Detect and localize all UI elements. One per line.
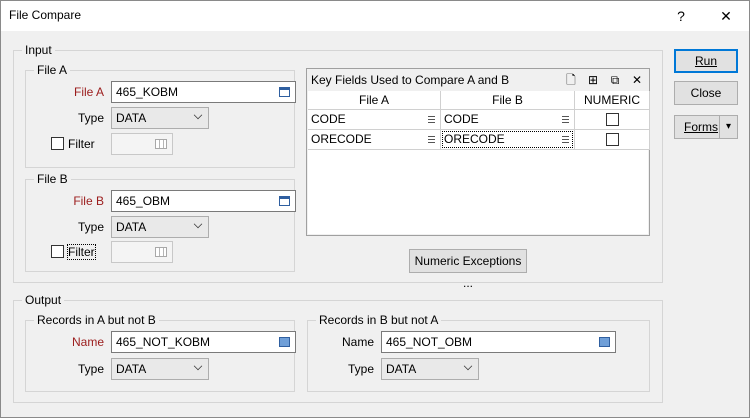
file-a-legend: File A	[34, 63, 71, 77]
file-browse-icon[interactable]	[279, 87, 290, 97]
records-a-not-b-legend: Records in A but not B	[34, 313, 159, 327]
file-b-filter-input[interactable]	[111, 241, 173, 263]
column-header-file-a: File A	[308, 91, 441, 110]
close-icon[interactable]: ✕	[706, 1, 746, 31]
list-icon[interactable]	[428, 136, 435, 143]
numeric-checkbox[interactable]	[606, 113, 619, 126]
numeric-checkbox[interactable]	[606, 133, 619, 146]
forms-dropdown-icon[interactable]: ▾	[719, 116, 737, 138]
column-header-file-b: File B	[441, 91, 575, 110]
key-fields-panel: Key Fields Used to Compare A and B 🗋 ⊞ ⧉…	[306, 68, 650, 236]
input-legend: Input	[22, 43, 55, 57]
file-compare-dialog: File Compare ? ✕ Input File A File A 465…	[0, 0, 750, 418]
records-b-not-a-group: Records in B but not A Name 465_NOT_OBM …	[307, 313, 650, 392]
chevron-down-icon	[463, 361, 473, 371]
file-a-label: File A	[73, 85, 104, 99]
a-not-b-name-label: Name	[71, 335, 104, 349]
b-not-a-name-label: Name	[341, 335, 374, 349]
chevron-down-icon	[193, 219, 203, 229]
column-header-numeric: NUMERIC	[575, 91, 650, 110]
cell-text: CODE	[444, 112, 479, 126]
chevron-down-icon	[193, 361, 203, 371]
file-browse-icon[interactable]	[279, 196, 290, 206]
numeric-exceptions-button[interactable]: Numeric Exceptions ...	[409, 249, 527, 290]
file-browse-icon[interactable]	[599, 337, 610, 347]
b-not-a-type-label: Type	[347, 362, 374, 376]
output-group: Output Records in A but not B Name 465_N…	[13, 293, 663, 403]
file-b-value: 465_OBM	[116, 194, 171, 208]
key-fields-header: Key Fields Used to Compare A and B 🗋 ⊞ ⧉…	[307, 69, 649, 91]
b-not-a-type-value: DATA	[386, 362, 417, 376]
delete-row-icon[interactable]: ✕	[629, 72, 645, 88]
cell-text: CODE	[311, 112, 346, 126]
output-legend: Output	[22, 293, 65, 307]
file-b-type-select[interactable]: DATA	[111, 216, 209, 238]
run-button[interactable]: Run	[674, 49, 738, 73]
filter-table-icon[interactable]	[155, 139, 167, 149]
close-button[interactable]: Close	[674, 81, 738, 105]
copy-row-icon[interactable]: ⧉	[607, 72, 623, 88]
forms-label: Forms	[684, 120, 718, 134]
file-a-type-label: Type	[77, 111, 104, 125]
file-a-type-select[interactable]: DATA	[111, 107, 209, 129]
insert-row-icon[interactable]: ⊞	[585, 72, 601, 88]
a-not-b-name-value: 465_NOT_KOBM	[116, 335, 211, 349]
file-b-input[interactable]: 465_OBM	[111, 190, 296, 212]
forms-button[interactable]: Forms ▾	[674, 115, 738, 139]
file-b-legend: File B	[34, 172, 71, 186]
input-group: Input File A File A 465_KOBM Type DATA F…	[13, 43, 663, 290]
file-a-value: 465_KOBM	[116, 85, 179, 99]
records-a-not-b-group: Records in A but not B Name 465_NOT_KOBM…	[25, 313, 296, 392]
b-not-a-name-input[interactable]: 465_NOT_OBM	[381, 331, 616, 353]
file-a-type-value: DATA	[116, 111, 147, 125]
filter-table-icon[interactable]	[155, 247, 167, 257]
file-a-filter-input[interactable]	[111, 133, 173, 155]
file-a-input[interactable]: 465_KOBM	[111, 81, 296, 103]
list-icon[interactable]	[562, 116, 569, 123]
list-icon[interactable]	[562, 136, 569, 143]
file-b-filter-checkbox[interactable]	[51, 245, 64, 258]
a-not-b-type-select[interactable]: DATA	[111, 358, 209, 380]
file-b-type-label: Type	[77, 220, 104, 234]
list-icon[interactable]	[428, 116, 435, 123]
b-not-a-name-value: 465_NOT_OBM	[386, 335, 473, 349]
file-b-group: File B File B 465_OBM Type DATA Filter	[25, 172, 296, 272]
a-not-b-name-input[interactable]: 465_NOT_KOBM	[111, 331, 296, 353]
focus-outline	[442, 131, 573, 148]
chevron-down-icon	[193, 110, 203, 120]
file-b-label: File B	[73, 194, 104, 208]
run-label: Run	[694, 54, 717, 68]
file-browse-icon[interactable]	[279, 337, 290, 347]
table-cell-numeric[interactable]	[575, 130, 650, 150]
table-cell-numeric[interactable]	[575, 110, 650, 130]
b-not-a-type-select[interactable]: DATA	[381, 358, 479, 380]
table-cell-file-a[interactable]: CODE	[308, 110, 441, 130]
a-not-b-type-label: Type	[77, 362, 104, 376]
file-a-group: File A File A 465_KOBM Type DATA Filter	[25, 63, 296, 168]
cell-text: ORECODE	[311, 132, 372, 146]
records-b-not-a-legend: Records in B but not A	[316, 313, 442, 327]
file-b-filter-label: Filter	[67, 244, 96, 260]
table-cell-file-b[interactable]: CODE	[441, 110, 575, 130]
key-fields-table: File A File B NUMERIC CODE CODE ORECODE	[308, 91, 650, 234]
file-b-type-value: DATA	[116, 220, 147, 234]
key-fields-title: Key Fields Used to Compare A and B	[311, 73, 510, 87]
title-bar: File Compare ? ✕	[1, 1, 749, 31]
file-a-filter-checkbox[interactable]	[51, 137, 64, 150]
table-cell-file-b[interactable]: ORECODE	[441, 130, 575, 150]
new-row-icon[interactable]: 🗋	[563, 72, 579, 88]
window-title: File Compare	[9, 8, 82, 22]
help-button[interactable]: ?	[661, 1, 701, 31]
file-a-filter-label: Filter	[68, 137, 95, 151]
a-not-b-type-value: DATA	[116, 362, 147, 376]
table-cell-file-a[interactable]: ORECODE	[308, 130, 441, 150]
